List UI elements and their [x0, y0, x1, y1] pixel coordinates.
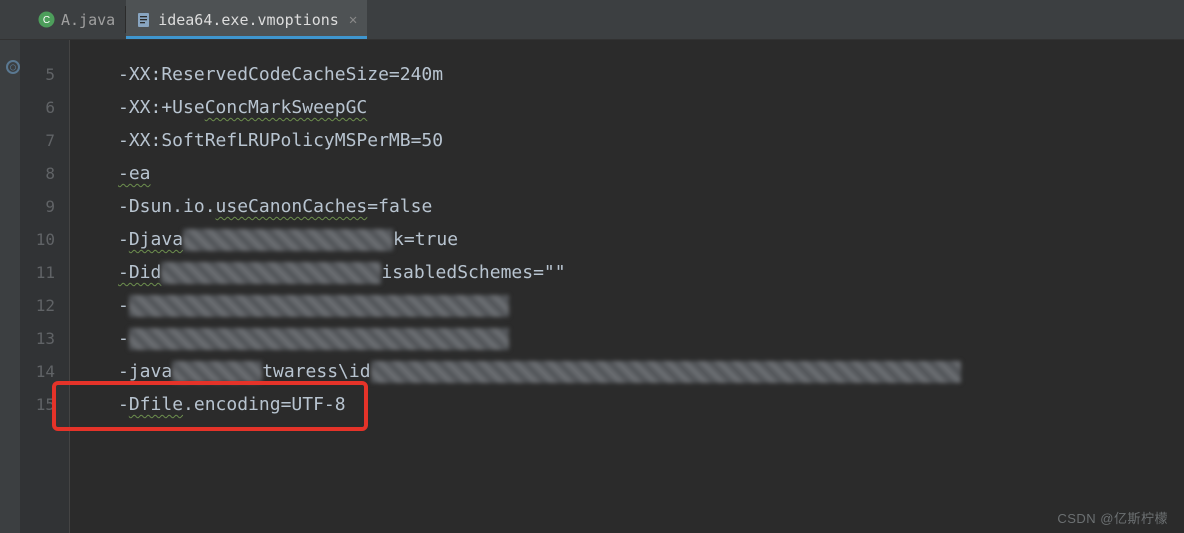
text-file-icon: [136, 12, 152, 28]
gutter-strip: [0, 40, 20, 533]
code-line: -XX:ReservedCodeCacheSize=240m: [118, 58, 1184, 91]
line-number: 15: [24, 388, 55, 421]
code-line: -XX:SoftRefLRUPolicyMSPerMB=50: [118, 124, 1184, 157]
code-line: -Dfile.encoding=UTF-8: [118, 388, 1184, 421]
line-number: 13: [24, 322, 55, 355]
code-line: -Djava k=true: [118, 223, 1184, 256]
watermark: CSDN @亿斯柠檬: [1057, 508, 1168, 527]
line-number: 12: [24, 289, 55, 322]
code-line: -: [118, 322, 1184, 355]
code-line: -Dsun.io.useCanonCaches=false: [118, 190, 1184, 223]
line-number: 10: [24, 223, 55, 256]
line-number: 5: [24, 58, 55, 91]
line-number: 14: [24, 355, 55, 388]
line-number: 7: [24, 124, 55, 157]
code-area[interactable]: -XX:ReservedCodeCacheSize=240m -XX:+UseC…: [70, 40, 1184, 533]
tab-label: idea64.exe.vmoptions: [158, 11, 339, 29]
tab-a-java[interactable]: C A.java: [28, 0, 125, 39]
line-number: 8: [24, 157, 55, 190]
code-line: -: [118, 289, 1184, 322]
code-line: -Did isabledSchemes="": [118, 256, 1184, 289]
code-line: -java twaress\id: [118, 355, 1184, 388]
editor[interactable]: 5 6 7 8 9 10 11 12 13 14 15 -XX:Reserved…: [0, 40, 1184, 533]
tab-label: A.java: [61, 11, 115, 29]
tab-bar: C A.java idea64.exe.vmoptions ✕: [0, 0, 1184, 40]
code-line: -XX:+UseConcMarkSweepGC: [118, 91, 1184, 124]
svg-text:C: C: [43, 15, 50, 26]
line-number: 11: [24, 256, 55, 289]
code-line: -ea: [118, 157, 1184, 190]
line-number: 6: [24, 91, 55, 124]
close-icon[interactable]: ✕: [349, 12, 357, 28]
tab-vmoptions[interactable]: idea64.exe.vmoptions ✕: [126, 0, 367, 39]
breakpoint-marker[interactable]: ○: [6, 60, 20, 74]
line-number: 9: [24, 190, 55, 223]
java-class-icon: C: [38, 11, 55, 28]
